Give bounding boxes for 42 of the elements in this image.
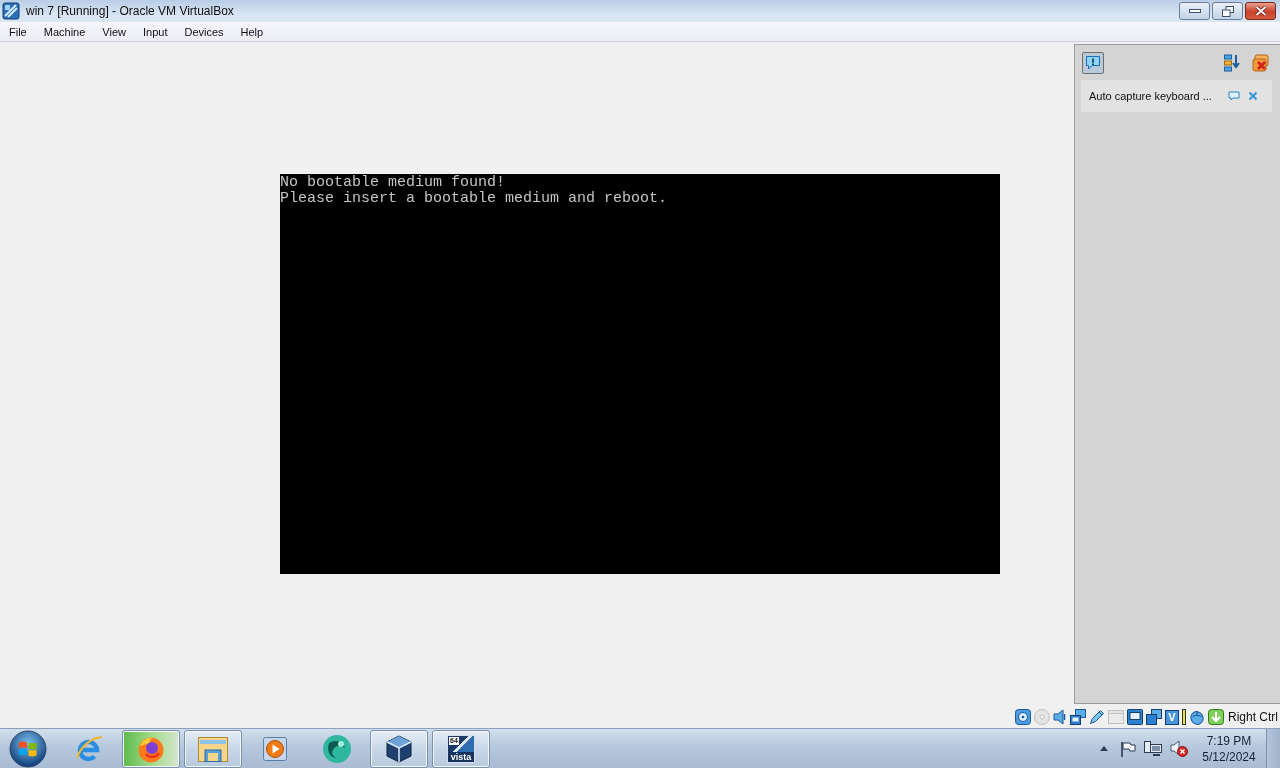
minimize-icon [1188,9,1201,13]
stacked-screens-icon[interactable] [1146,709,1162,725]
flag-icon[interactable] [1120,740,1136,757]
sphere-icon [321,732,353,765]
menu-item[interactable]: Devices [176,24,232,39]
close-icon [1254,6,1267,16]
down-arrow-icon[interactable] [1208,709,1224,725]
sort-down-icon[interactable] [1224,53,1240,72]
host-key-label: Right Ctrl [1228,710,1278,724]
minimize-button[interactable] [1179,2,1210,20]
muted-speaker-icon[interactable] [1170,740,1188,757]
cube-icon [384,733,414,764]
alert-bubble-icon [1085,54,1101,71]
mouse-icon[interactable] [1189,709,1205,725]
app-logo-icon [2,2,20,20]
e-logo-icon [74,733,104,764]
notification-toggle-button[interactable] [1082,51,1104,74]
tile-caption: vista [448,751,474,762]
close-all-icon[interactable] [1252,53,1270,72]
console-line: Please insert a bootable medium and reboot. [280,191,668,207]
chevron-up-icon [1100,746,1108,751]
notification-text: Auto capture keyboard ... [1089,90,1212,102]
menu-item[interactable]: Input [134,24,176,39]
menu-item[interactable]: Machine [35,24,94,39]
restore-button[interactable] [1212,2,1243,20]
speaker-icon[interactable] [1053,709,1067,725]
clock-button[interactable]: 7:19 PM 5/12/2024 [1196,732,1262,765]
disk-icon[interactable] [1015,709,1031,725]
taskbar-button[interactable] [122,729,180,768]
menu-item[interactable]: File [1,24,35,39]
close-button[interactable] [1245,2,1276,20]
taskbar-button[interactable] [370,729,428,768]
console-line: No bootable medium found! [280,175,506,191]
menu-item[interactable]: Help [232,24,272,39]
network-icon[interactable] [1144,740,1162,757]
restore-icon [1221,5,1234,17]
network-icon[interactable] [1070,709,1086,725]
start-orb-icon [9,729,47,768]
pencil-icon[interactable] [1089,709,1105,725]
monitor-icon[interactable] [1127,709,1143,725]
menu-item[interactable]: View [94,24,134,39]
window-title: win 7 [Running] - Oracle VM VirtualBox [26,4,234,18]
